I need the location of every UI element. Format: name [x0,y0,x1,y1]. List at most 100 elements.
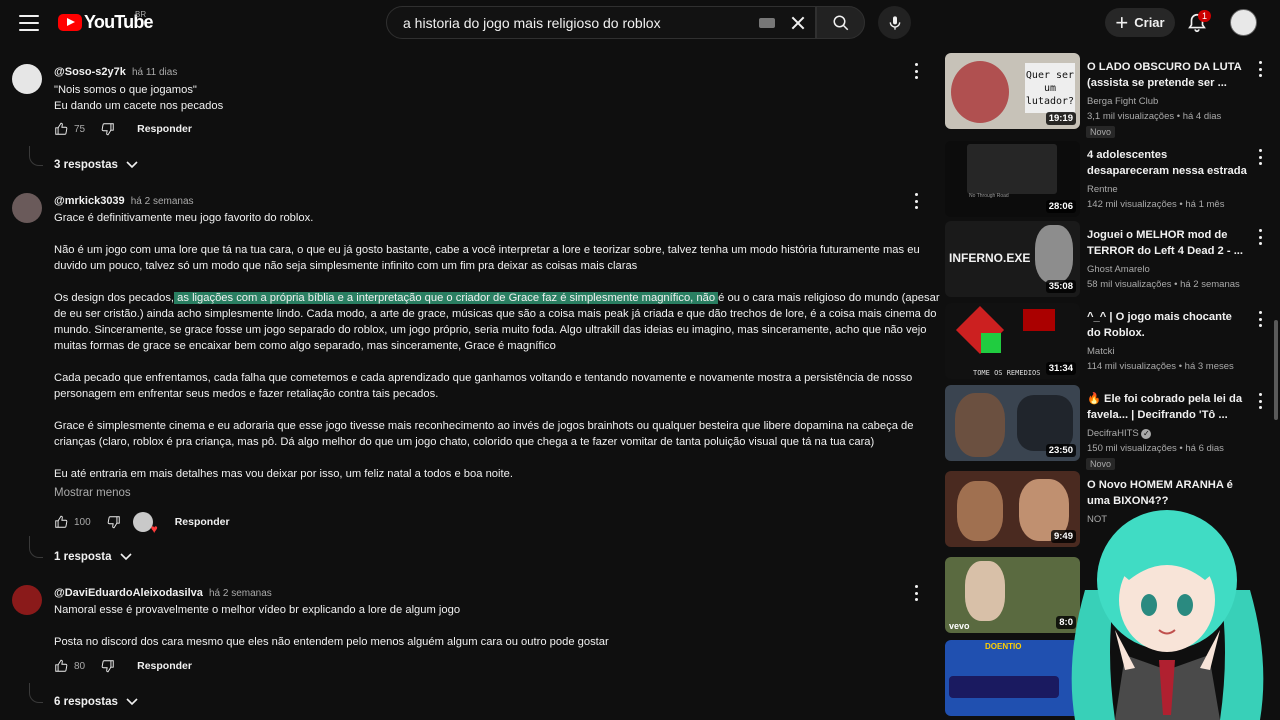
show-less-button[interactable]: Mostrar menos [54,487,131,499]
microphone-icon [889,15,900,30]
channel-name[interactable]: Matcki [1087,346,1114,357]
channel-label: DecifraHITS [1087,428,1139,439]
comment-text: Grace é definitivamente meu jogo favorit… [54,212,314,224]
comment-time[interactable]: há 2 semanas [131,196,194,207]
comment-author[interactable]: @DaviEduardoAleixodasilva [54,587,203,599]
reply-button[interactable]: Responder [137,123,192,135]
channel-name[interactable]: Rentne [1087,184,1118,195]
search-button[interactable] [816,6,865,39]
video-title[interactable]: Joguei o MELHOR mod de TERROR do Left 4 … [1087,227,1247,259]
chevron-down-icon [126,698,138,706]
comment-avatar[interactable] [12,585,42,615]
thumbs-down-icon[interactable] [101,122,115,136]
text-segment: é ou o cara mais religioso do mundo (ape… [718,292,940,304]
video-thumbnail[interactable]: INFERNO.EXE 35:08 [945,221,1080,297]
thumbnail-caption: Quer ser um lutador? [1025,63,1075,113]
comment-author[interactable]: @Soso-s2y7k [54,66,126,78]
thumbnail-caption: INFERNO.EXE [949,251,1031,265]
chevron-down-icon [119,553,132,561]
create-label: Criar [1134,15,1165,30]
comment-time[interactable]: há 11 dias [132,67,177,78]
video-more-icon[interactable] [1256,149,1264,165]
thumbnail-image [967,144,1057,194]
country-code: BR [135,10,147,19]
related-video-item[interactable]: 23:50 🔥 Ele foi cobrado pela lei da fave… [945,385,1280,470]
related-video-item[interactable]: INFERNO.EXE 35:08 Joguei o MELHOR mod de… [945,221,1280,299]
video-more-icon[interactable] [1256,311,1264,327]
thumbnail-face [955,393,1005,457]
comment-author[interactable]: @mrkick3039 [54,195,125,207]
comment-text: Não é um jogo com uma lore que tá na tua… [54,244,920,256]
video-more-icon[interactable] [1256,61,1264,77]
account-avatar[interactable] [1230,9,1257,36]
replies-toggle[interactable]: 1 resposta [54,551,132,563]
comment-actions: 100 Responder [54,512,230,536]
vevo-logo: vevo [949,621,970,631]
comment-text: Eu até entraria em mais detalhes mas vou… [54,468,513,480]
comment-more-icon[interactable] [912,193,920,209]
comment-text: crianças (claro, roblox é pra criança, m… [54,436,875,448]
replies-toggle[interactable]: 3 respostas [54,159,138,171]
thumbnail-shape [981,333,1001,353]
comment-header: @DaviEduardoAleixodasilva há 2 semanas [54,587,272,599]
comment-text: duvido um pouco, talvez só um modo que n… [54,260,638,272]
comment-text: "Nois somos o que jogamos" [54,84,197,96]
thumbnail-image [1017,395,1073,451]
comment-avatar[interactable] [12,64,42,94]
comment-more-icon[interactable] [912,585,920,601]
comment-avatar[interactable] [12,193,42,223]
channel-name[interactable]: DecifraHITS ✓ [1087,428,1152,439]
channel-name[interactable]: Berga Fight Club [1087,96,1158,107]
comment-header: @Soso-s2y7k há 11 dias [54,66,177,78]
video-title[interactable]: 4 adolescentes desapareceram nessa estra… [1087,147,1247,179]
thumbnail-face [957,481,1003,541]
new-badge: Novo [1086,458,1116,470]
create-button[interactable]: + Criar [1105,8,1175,37]
comment-header: @mrkick3039 há 2 semanas [54,195,194,207]
video-thumbnail[interactable]: No Through Road 28:06 [945,141,1080,217]
video-thumbnail[interactable]: TOME OS REMEDIOS 31:34 [945,303,1080,379]
comment-actions: 75 Responder [54,122,192,136]
clear-search-icon[interactable] [787,12,809,34]
replies-count: 6 respostas [54,696,118,708]
related-video-item[interactable]: TOME OS REMEDIOS 31:34 ^_^ | O jogo mais… [945,303,1280,381]
comments-section: @Soso-s2y7k há 11 dias "Nois somos o que… [0,46,940,720]
video-more-icon[interactable] [1256,229,1264,245]
thumbs-up-icon[interactable] [54,122,68,136]
thumbs-up-icon[interactable] [54,659,68,673]
video-meta: 142 mil visualizações • há 1 mês [1087,199,1225,210]
video-title[interactable]: 🔥 Ele foi cobrado pela lei da favela... … [1087,391,1247,423]
search-input[interactable]: a historia do jogo mais religioso do rob… [403,15,759,31]
replies-toggle[interactable]: 6 respostas [54,696,138,708]
verified-icon: ✓ [1141,429,1152,439]
sidebar-scrollbar[interactable] [1274,320,1278,420]
comment-time[interactable]: há 2 semanas [209,588,272,599]
keyboard-icon[interactable] [759,17,775,28]
thumbs-down-icon[interactable] [107,515,121,529]
reply-button[interactable]: Responder [175,516,230,528]
creator-heart-avatar [132,512,158,536]
voice-search-button[interactable] [878,6,911,39]
reply-button[interactable]: Responder [137,660,192,672]
thread-connector [29,683,43,703]
video-duration: 31:34 [1045,362,1076,375]
channel-name[interactable]: Ghost Amarelo [1087,264,1150,275]
thumbnail-shape [1023,309,1055,331]
thumbs-down-icon[interactable] [101,659,115,673]
search-box[interactable]: a historia do jogo mais religioso do rob… [386,6,816,39]
thumbs-up-icon[interactable] [54,515,68,529]
video-thumbnail[interactable]: Quer ser um lutador? 19:19 [945,53,1080,129]
comment-text: mundo. Sinceramente, se grace fosse um j… [54,324,927,336]
video-title[interactable]: O LADO OBSCURO DA LUTA (assista se prete… [1087,59,1247,91]
related-video-item[interactable]: No Through Road 28:06 4 adolescentes des… [945,141,1280,219]
comment-more-icon[interactable] [912,63,920,79]
video-meta: 3,1 mil visualizações • há 4 dias [1087,111,1222,122]
replies-count: 3 respostas [54,159,118,171]
video-more-icon[interactable] [1256,393,1264,409]
video-title[interactable]: ^_^ | O jogo mais chocante do Roblox. [1087,309,1247,341]
comment-text: Namoral esse é provavelmente o melhor ví… [54,604,461,616]
hamburger-menu-icon[interactable] [16,11,42,35]
related-video-item[interactable]: Quer ser um lutador? 19:19 O LADO OBSCUR… [945,53,1280,138]
thread-connector [29,146,43,166]
video-thumbnail[interactable]: 23:50 [945,385,1080,461]
